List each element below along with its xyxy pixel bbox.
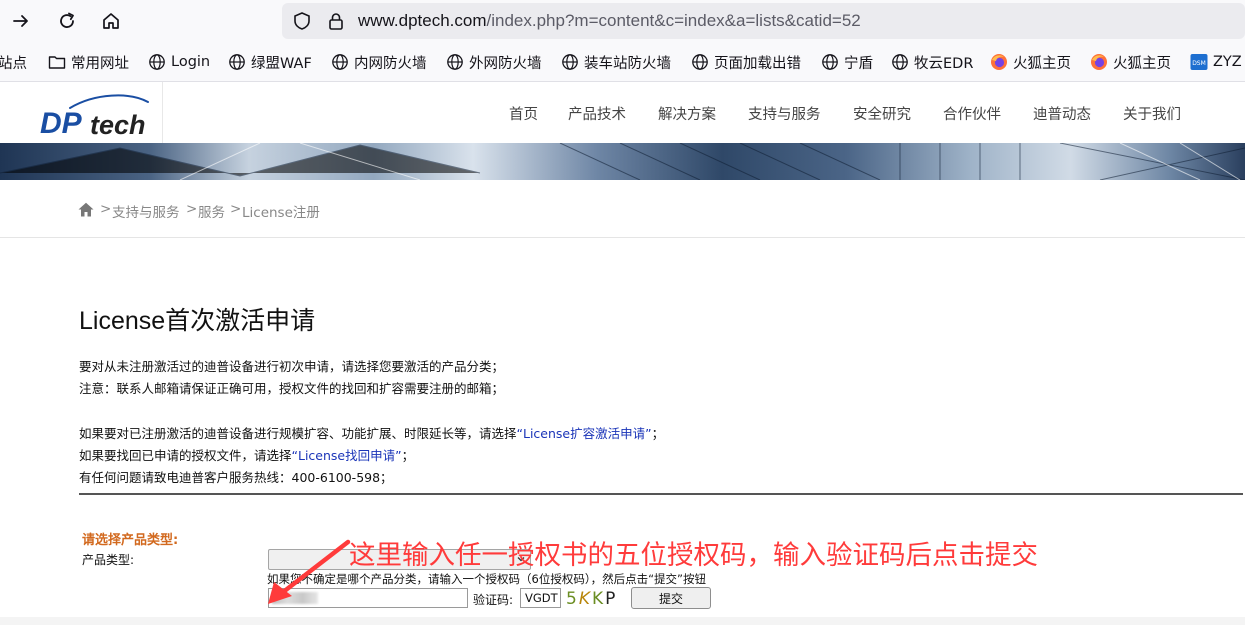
menu-item-support[interactable]: 支持与服务 (748, 103, 821, 124)
bookmark-label: 内网防火墙 (354, 55, 427, 72)
forward-icon[interactable] (6, 6, 36, 36)
menu-item-products[interactable]: 产品技术 (568, 103, 626, 124)
bookmark-label: 火狐主页 (1013, 55, 1071, 72)
bookmark-item[interactable]: 火狐主页 (1090, 52, 1171, 72)
url-host: www.dptech.com (358, 11, 487, 30)
globe-icon (332, 54, 348, 70)
intro-line-1: 要对从未注册激活过的迪普设备进行初次申请，请选择您要激活的产品分类； (79, 359, 505, 374)
intro-line-3-end: ； (651, 426, 665, 441)
breadcrumb-separator: > (230, 201, 242, 217)
url-text[interactable]: www.dptech.com/index.php?m=content&c=ind… (358, 11, 861, 31)
globe-icon (822, 54, 838, 70)
bookmark-item[interactable]: 牧云EDR (891, 52, 973, 72)
home-button-icon[interactable] (96, 6, 126, 36)
globe-icon (229, 54, 245, 70)
menu-item-about[interactable]: 关于我们 (1123, 103, 1181, 124)
logo-tech: tech (90, 110, 146, 138)
menu-item-security-research[interactable]: 安全研究 (853, 103, 911, 124)
captcha-char-2: K (579, 589, 592, 608)
product-type-section-label: 请选择产品类型: (82, 533, 179, 548)
footer-strip (0, 617, 1245, 625)
breadcrumb-separator: > (100, 201, 112, 217)
captcha-char-4: P (605, 589, 615, 608)
submit-button[interactable]: 提交 (631, 587, 711, 609)
menu-item-partners[interactable]: 合作伙伴 (943, 103, 1001, 124)
intro-line-2: 注意：联系人邮箱请保证正确可用，授权文件的找回和扩容需要注册的邮箱； (79, 381, 505, 396)
intro-line-3-text: 如果要对已注册激活的迪普设备进行规模扩容、功能扩展、时限延长等，请选择 (79, 426, 517, 441)
captcha-image[interactable]: 5KKP (564, 586, 626, 608)
bookmark-label: Login (171, 54, 211, 70)
bookmark-item[interactable]: Login (148, 52, 210, 72)
annotation-text: 这里输入任一授权书的五位授权码，输入验证码后点击提交 (349, 540, 1038, 571)
section-divider (79, 493, 1243, 495)
hotline-text: 有任何问题请致电迪普客户服务热线：400-6100-598； (79, 470, 393, 485)
bookmark-label: 牧云EDR (914, 55, 974, 72)
logo-divider (162, 82, 163, 143)
bookmark-label: 宁盾 (844, 55, 873, 72)
banner-image (0, 143, 1245, 180)
breadcrumb-item-service[interactable]: 服务 (198, 201, 225, 221)
svg-text:DSM: DSM (1192, 60, 1206, 67)
captcha-char-1: 5 (566, 589, 577, 608)
intro-line-4-text: 如果要找回已申请的授权文件，请选择 (79, 448, 292, 463)
intro-line-4-end: ； (401, 448, 415, 463)
address-bar[interactable]: www.dptech.com/index.php?m=content&c=ind… (282, 3, 1245, 39)
firefox-icon (1091, 54, 1107, 70)
bookmark-item[interactable]: 内网防火墙 (331, 52, 427, 72)
bookmark-item[interactable]: 站点 (0, 52, 27, 72)
globe-icon (562, 54, 578, 70)
menu-item-solutions[interactable]: 解决方案 (658, 103, 716, 124)
bookmark-item[interactable]: 绿盟WAF (228, 52, 312, 72)
breadcrumb: > 支持与服务 > 服务 > License注册 (0, 180, 1245, 238)
bookmark-item[interactable]: 宁盾 (821, 52, 873, 72)
globe-icon (892, 54, 908, 70)
bookmarks-toolbar: 站点 常用网址 Login 绿盟WAF 内网防火墙 外网防火墙 装车站防火墙 页… (0, 42, 1245, 82)
site-header: DP tech 首页 产品技术 解决方案 支持与服务 安全研究 合作伙伴 迪普动… (0, 82, 1245, 143)
captcha-char-3: K (592, 589, 604, 608)
license-expansion-link[interactable]: “License扩容激活申请” (517, 426, 652, 441)
annotation-arrow-icon (268, 539, 351, 604)
intro-line-4: 如果要找回已申请的授权文件，请选择“License找回申请”； (79, 445, 414, 464)
bookmark-item[interactable]: 常用网址 (48, 52, 129, 72)
license-recovery-link[interactable]: “License找回申请” (292, 448, 402, 463)
bookmark-label: 站点 (0, 55, 27, 72)
home-icon[interactable] (78, 202, 94, 217)
bookmark-label: 外网防火墙 (469, 55, 542, 72)
bookmark-item[interactable]: 装车站防火墙 (561, 52, 671, 72)
folder-icon (48, 56, 66, 69)
bookmark-label: 常用网址 (71, 55, 129, 72)
product-type-label: 产品类型: (82, 553, 135, 567)
bookmark-item[interactable]: 外网防火墙 (446, 52, 542, 72)
intro-line-3: 如果要对已注册激活的迪普设备进行规模扩容、功能扩展、时限延长等，请选择“Lice… (79, 423, 664, 442)
bookmark-item[interactable]: DSM ZYZ (1190, 52, 1242, 72)
page-title: License首次激活申请 (79, 307, 316, 335)
lock-icon[interactable] (326, 11, 346, 31)
globe-icon (149, 54, 165, 70)
dptech-logo[interactable]: DP tech (40, 88, 160, 138)
browser-navbar: www.dptech.com/index.php?m=content&c=ind… (0, 0, 1245, 42)
bookmark-label: 火狐主页 (1113, 55, 1171, 72)
logo-dp: DP (40, 107, 83, 138)
breadcrumb-separator: > (186, 201, 198, 217)
globe-icon (447, 54, 463, 70)
bookmark-item[interactable]: 火狐主页 (990, 52, 1071, 72)
captcha-input[interactable]: VGDT (520, 588, 561, 608)
globe-icon (692, 54, 708, 70)
firefox-icon (991, 54, 1007, 70)
breadcrumb-item-support[interactable]: 支持与服务 (112, 201, 180, 221)
dsm-icon: DSM (1190, 54, 1208, 70)
captcha-image-text: 5KKP (566, 589, 615, 608)
menu-item-home[interactable]: 首页 (509, 103, 538, 124)
breadcrumb-item-license: License注册 (242, 205, 320, 221)
shield-icon[interactable] (292, 11, 312, 31)
bookmark-label: 页面加载出错 (714, 55, 801, 72)
bookmark-item[interactable]: 页面加载出错 (691, 52, 801, 72)
menu-item-news[interactable]: 迪普动态 (1033, 103, 1091, 124)
url-path: /index.php?m=content&c=index&a=lists&cat… (486, 11, 861, 30)
captcha-label: 验证码: (473, 593, 514, 607)
bookmark-label: ZYZ (1213, 54, 1242, 70)
reload-icon[interactable] (52, 6, 82, 36)
bookmark-label: 绿盟WAF (251, 55, 312, 72)
bookmark-label: 装车站防火墙 (584, 55, 671, 72)
